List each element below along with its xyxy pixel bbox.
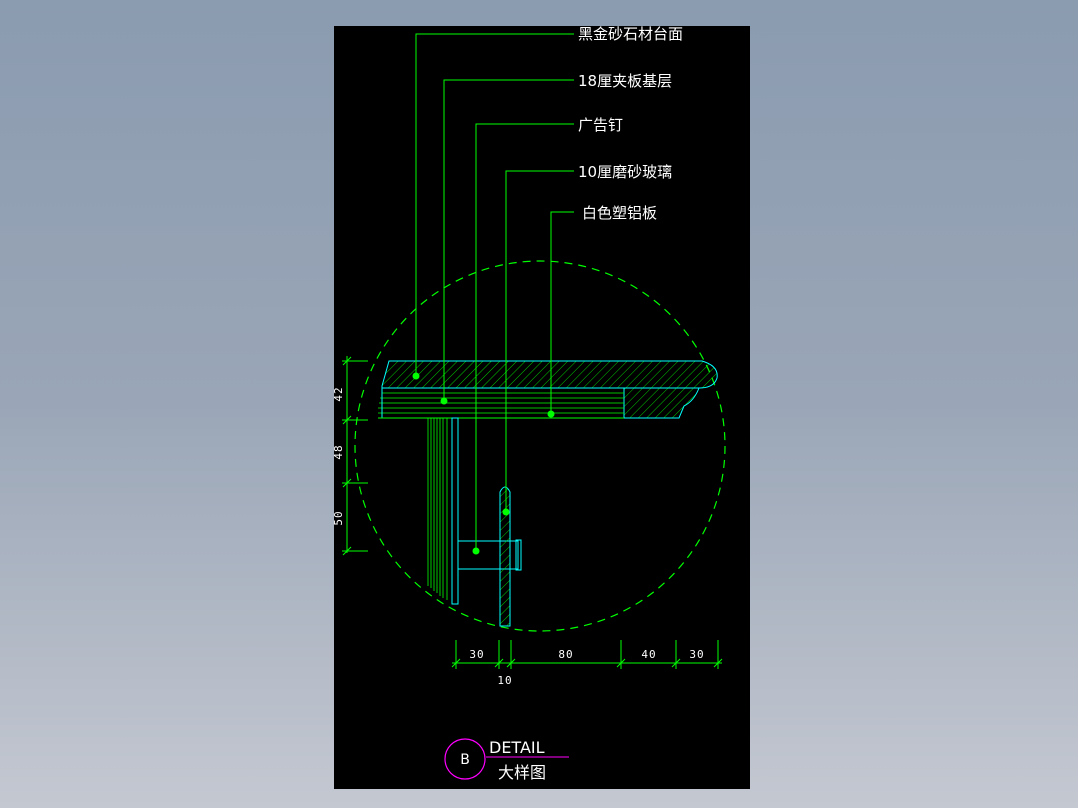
detail-drawing: 黑金砂石材台面 18厘夹板基层 广告钉 10厘磨砂玻璃 白色塑铝板 42 48 … [334, 26, 726, 782]
detail-boundary-circle [354, 260, 726, 632]
callout-advertising-nail: 广告钉 [578, 116, 623, 134]
dim-horizontal-80: 80 [558, 648, 573, 661]
dim-bottom-10: 10 [497, 674, 512, 687]
countertop-front-edge [623, 387, 700, 419]
callout-plywood-base: 18厘夹板基层 [578, 72, 672, 90]
vertical-panel [427, 418, 453, 602]
frosted-glass [499, 486, 511, 627]
dim-horizontal-30b: 30 [689, 648, 704, 661]
callout-stone-countertop: 黑金砂石材台面 [578, 26, 683, 43]
dim-vertical-42: 42 [334, 386, 345, 401]
callout-aluminum-panel: 白色塑铝板 [582, 204, 657, 222]
cad-drawing-sheet: 黑金砂石材台面 18厘夹板基层 广告钉 10厘磨砂玻璃 白色塑铝板 42 48 … [334, 26, 750, 789]
detail-title-cn: 大样图 [498, 763, 546, 782]
dim-horizontal-40: 40 [641, 648, 656, 661]
dim-horizontal-30a: 30 [469, 648, 484, 661]
vertical-dimension-line [342, 356, 368, 556]
detail-title-en: DETAIL [489, 738, 545, 757]
horizontal-dimension-line [451, 640, 723, 669]
dim-vertical-48: 48 [334, 444, 345, 459]
dim-vertical-50: 50 [334, 510, 345, 525]
callout-frosted-glass: 10厘磨砂玻璃 [578, 163, 672, 181]
plywood-base-layers [378, 392, 624, 414]
detail-mark-letter: B [460, 752, 470, 768]
stone-countertop [381, 360, 718, 389]
